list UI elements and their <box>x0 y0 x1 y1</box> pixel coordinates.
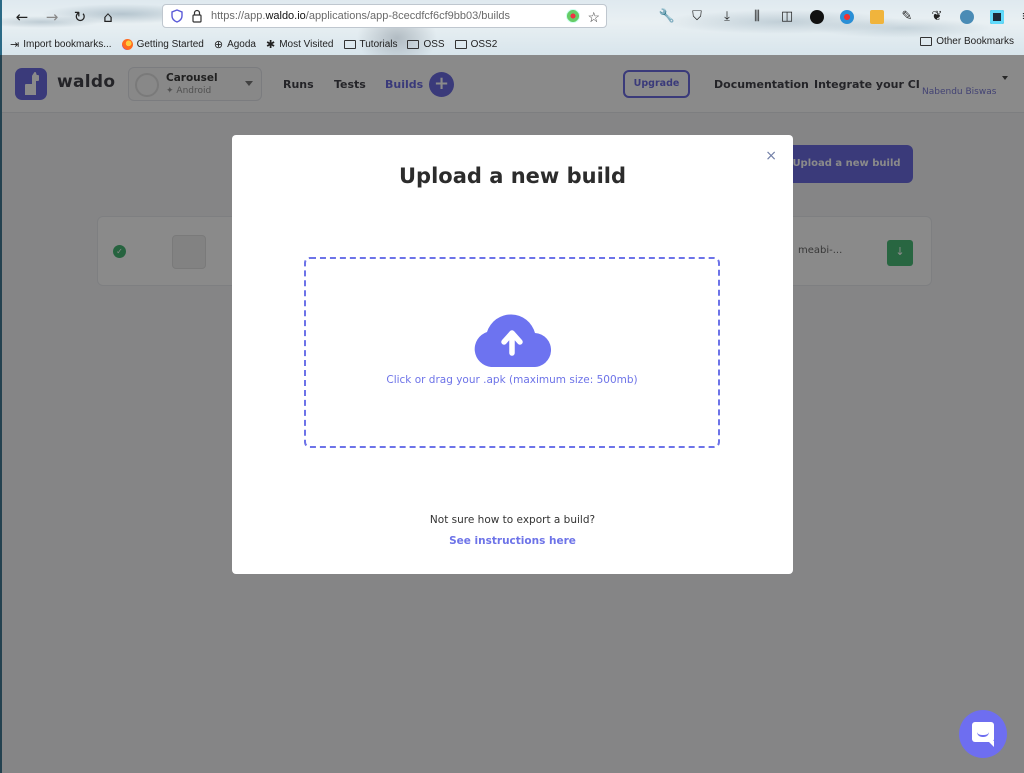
bookmark-label: OSS2 <box>470 38 498 50</box>
extension-notes-icon[interactable]: ✎ <box>892 7 922 27</box>
folder-icon <box>920 37 933 46</box>
download-icon[interactable]: ⤓ <box>712 7 742 27</box>
bookmark-label: Most Visited <box>279 38 334 50</box>
bookmark-label: Agoda <box>227 38 256 50</box>
bookmark-oss[interactable]: OSS <box>407 36 445 52</box>
library-icon[interactable]: ⫼ <box>742 7 772 27</box>
url-path: /applications/app-8cecdfcf6cf9bb03/build… <box>305 10 511 22</box>
bookmark-getting-started[interactable]: Getting Started <box>121 36 204 52</box>
modal-title: Upload a new build <box>398 164 627 188</box>
upload-build-modal: × Upload a new build Click or drag your … <box>232 135 793 574</box>
home-button[interactable]: ⌂ <box>98 7 118 27</box>
extension-slides-icon[interactable] <box>862 7 892 27</box>
firefox-icon <box>121 38 133 50</box>
folder-icon <box>407 39 420 49</box>
bookmarks-bar: ⇥ Import bookmarks... Getting Started ⊕ Ag… <box>10 36 497 52</box>
extension-foot-icon[interactable]: ❦ <box>922 7 952 27</box>
lock-icon[interactable] <box>191 9 203 23</box>
import-icon: ⇥ <box>10 38 20 51</box>
extension-globe-icon[interactable] <box>832 7 862 27</box>
globe-icon: ⊕ <box>213 38 224 51</box>
browser-toolbar: ← → ↻ ⌂ https://app.waldo.io/application… <box>0 0 1024 55</box>
menu-icon[interactable]: ≡ <box>1012 7 1024 27</box>
extension-tracker-icon[interactable] <box>566 9 580 23</box>
url-domain: waldo.io <box>265 10 306 22</box>
bookmark-agoda[interactable]: ⊕ Agoda <box>214 36 256 52</box>
bookmark-star-icon[interactable]: ☆ <box>587 6 600 28</box>
dropzone-instructions: Click or drag your .apk (maximum size: 5… <box>386 374 638 386</box>
folder-icon <box>454 39 467 49</box>
file-dropzone[interactable]: Click or drag your .apk (maximum size: 5… <box>304 257 720 448</box>
folder-icon <box>343 39 356 49</box>
instructions-link[interactable]: See instructions here <box>232 535 793 547</box>
bookmark-label: Getting Started <box>136 38 204 50</box>
help-text: Not sure how to export a build? <box>429 514 596 526</box>
bookmark-import[interactable]: ⇥ Import bookmarks... <box>10 36 112 52</box>
wrench-icon[interactable]: 🔧 <box>652 7 682 27</box>
bookmark-label: Tutorials <box>359 38 398 50</box>
bookmark-oss2[interactable]: OSS2 <box>454 36 498 52</box>
shield-icon[interactable] <box>171 9 183 23</box>
extension-bulb-icon[interactable] <box>952 7 982 27</box>
extension-twd-icon[interactable] <box>802 7 832 27</box>
cloud-upload-icon <box>474 314 551 367</box>
bookmark-most-visited[interactable]: ✱ Most Visited <box>266 36 334 52</box>
forward-button[interactable]: → <box>42 7 62 27</box>
toolbar-icons: 🔧 ⛉ ⤓ ⫼ ◫ ✎ ❦ ≡ <box>652 7 1024 27</box>
bookmark-label: OSS <box>423 38 445 50</box>
close-icon[interactable]: × <box>765 149 777 163</box>
back-button[interactable]: ← <box>12 7 32 27</box>
bookmark-tutorials[interactable]: Tutorials <box>343 36 398 52</box>
extension-react-icon[interactable] <box>982 7 1012 27</box>
other-bookmarks-label: Other Bookmarks <box>936 36 1014 47</box>
chat-launcher-button[interactable] <box>959 710 1007 758</box>
bookmark-label: Import bookmarks... <box>23 38 112 50</box>
gear-icon: ✱ <box>265 38 276 51</box>
sidebar-icon[interactable]: ◫ <box>772 7 802 27</box>
reload-button[interactable]: ↻ <box>70 7 90 27</box>
other-bookmarks[interactable]: Other Bookmarks <box>920 36 1014 47</box>
url-bar[interactable]: https://app.waldo.io/applications/app-8c… <box>162 4 607 28</box>
chat-icon <box>972 722 994 747</box>
pocket-icon[interactable]: ⛉ <box>682 7 712 27</box>
url-prefix: https://app. <box>211 10 266 22</box>
